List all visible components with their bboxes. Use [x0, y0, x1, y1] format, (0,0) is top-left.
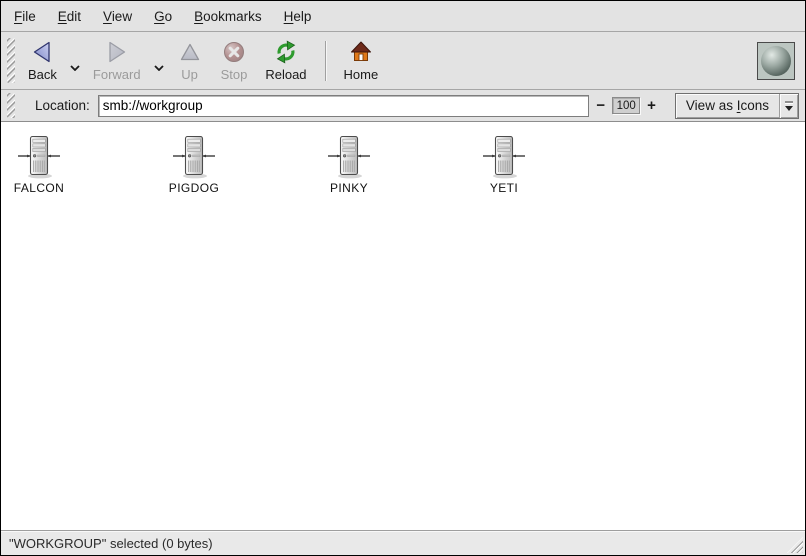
menu-file[interactable]: File [3, 4, 47, 29]
chevron-down-icon [154, 65, 164, 71]
status-bar: "WORKGROUP" selected (0 bytes) [1, 530, 805, 555]
server-label: FALCON [14, 181, 64, 195]
location-input[interactable] [98, 95, 590, 117]
server-icon [16, 134, 62, 180]
dropdown-arrow-icon [779, 94, 798, 118]
server-item-falcon[interactable]: FALCON [1, 134, 77, 195]
zoom-level-indicator: 100 [612, 97, 640, 114]
forward-button[interactable]: Forward [85, 35, 149, 86]
forward-icon [104, 39, 130, 65]
menu-help[interactable]: Help [273, 4, 323, 29]
up-icon [177, 39, 203, 65]
server-icon [326, 134, 372, 180]
server-label: PINKY [330, 181, 368, 195]
server-item-pinky[interactable]: PINKY [311, 134, 387, 195]
back-history-dropdown[interactable] [68, 51, 82, 71]
stop-button[interactable]: Stop [213, 35, 256, 86]
home-button[interactable]: Home [336, 35, 387, 86]
server-label: PIGDOG [169, 181, 219, 195]
menubar: File Edit View Go Bookmarks Help [1, 1, 805, 32]
forward-history-dropdown[interactable] [152, 51, 166, 71]
home-icon [348, 39, 374, 65]
status-text: "WORKGROUP" selected (0 bytes) [9, 536, 213, 551]
menu-bookmarks[interactable]: Bookmarks [183, 4, 273, 29]
server-label: YETI [490, 181, 518, 195]
chevron-down-icon [70, 65, 80, 71]
location-bar: Location: − 100 + View as Icons [1, 90, 805, 122]
menu-edit[interactable]: Edit [47, 4, 92, 29]
throbber-globe-icon [761, 46, 791, 76]
menu-go[interactable]: Go [143, 4, 183, 29]
file-manager-window: File Edit View Go Bookmarks Help Back Fo… [0, 0, 806, 556]
reload-button[interactable]: Reload [257, 35, 314, 86]
reload-icon [273, 39, 299, 65]
menu-view[interactable]: View [92, 4, 143, 29]
throbber [757, 42, 795, 80]
location-label: Location: [35, 98, 90, 113]
toolbar-separator [325, 41, 326, 81]
view-as-dropdown[interactable]: View as Icons [675, 93, 799, 119]
file-view[interactable]: FALCON P [1, 122, 805, 530]
zoom-out-button[interactable]: − [591, 96, 610, 115]
view-as-label: View as Icons [676, 94, 779, 118]
zoom-in-button[interactable]: + [642, 96, 661, 115]
stop-icon [221, 39, 247, 65]
server-icon [481, 134, 527, 180]
server-item-pigdog[interactable]: PIGDOG [156, 134, 232, 195]
toolbar-drag-handle[interactable] [7, 38, 15, 82]
resize-grip-icon[interactable] [787, 537, 803, 553]
server-icon [171, 134, 217, 180]
server-item-yeti[interactable]: YETI [466, 134, 542, 195]
back-button[interactable]: Back [20, 35, 65, 86]
back-icon [29, 39, 55, 65]
toolbar: Back Forward Up Stop [1, 32, 805, 90]
locationbar-drag-handle[interactable] [7, 93, 15, 117]
up-button[interactable]: Up [169, 35, 211, 86]
